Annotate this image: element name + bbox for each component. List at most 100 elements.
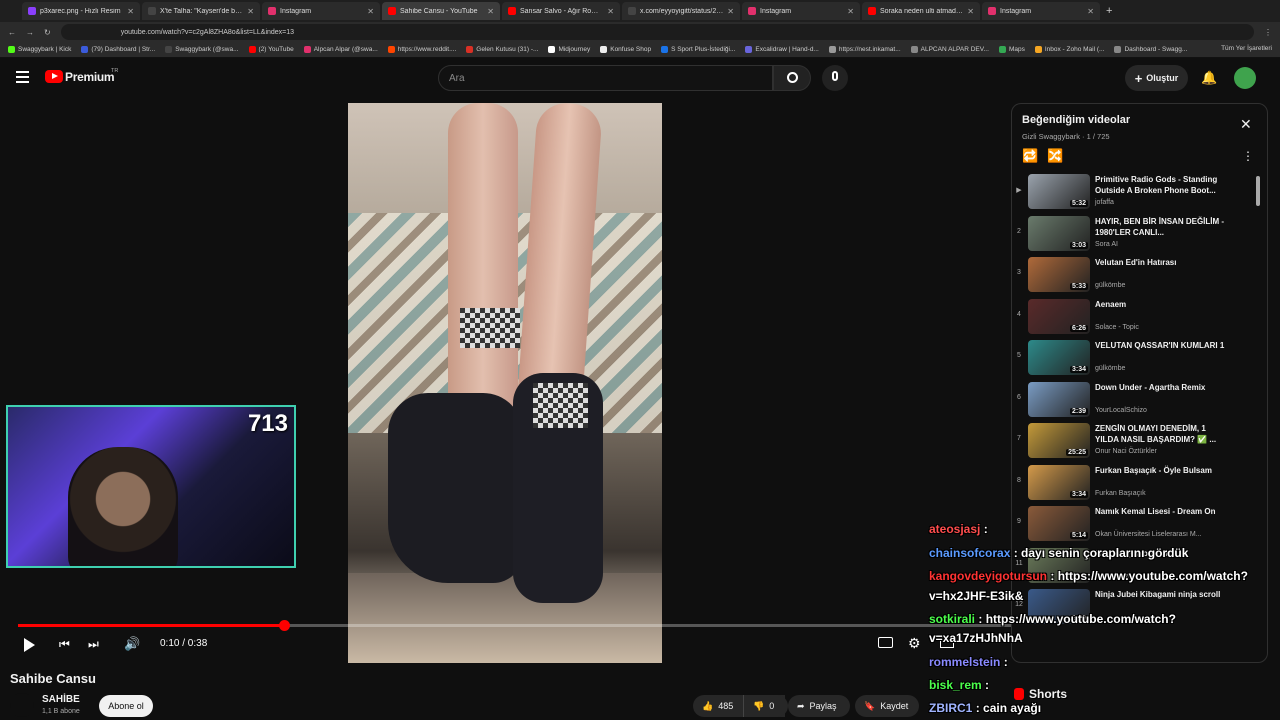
browser-tab[interactable]: Soraka neden ulti atmadın ? (✕ [862, 2, 980, 20]
url-field[interactable]: youtube.com/watch?v=c2gAl8ZHA8o&list=LL&… [60, 24, 1254, 40]
bookmark-item[interactable]: ALPCAN ALPAR DEV... [910, 46, 989, 53]
all-bookmarks-link[interactable]: Tüm Yer İşaretleri [1221, 45, 1272, 52]
subscribe-button[interactable]: Abone ol [99, 695, 153, 717]
playlist-item-thumbnail[interactable]: 2:39 [1028, 381, 1090, 417]
playlist-item[interactable]: 6 2:39 Down Under - Agartha Remix YourLocal… [1012, 380, 1257, 422]
tab-close-icon[interactable]: ✕ [607, 7, 614, 16]
browser-tab[interactable]: Instagram ✕ [262, 2, 380, 20]
playlist-item-channel[interactable]: Solace - Topic [1095, 324, 1139, 331]
browser-tab[interactable]: X'te Talha: "Kayseri'de bir belge ✕ [142, 2, 260, 20]
bookmark-item[interactable]: Gelen Kutusu (31) -... [466, 46, 538, 53]
menu-icon[interactable] [16, 71, 29, 83]
playlist-item-title[interactable]: Namık Kemal Lisesi - Dream On [1095, 506, 1225, 517]
playlist-item-channel[interactable]: Onur Naci Öztürkler [1095, 448, 1157, 455]
search-input[interactable]: Ara [438, 65, 773, 91]
playlist-item-thumbnail[interactable]: 3:03 [1028, 215, 1090, 251]
playlist-item[interactable]: 8 3:34 Furkan Başıaçık - Öyle Bulsam Furkan… [1012, 463, 1257, 505]
playlist-item[interactable]: 2 3:03 HAYIR, BEN BİR İNSAN DEĞİLİM - 1980… [1012, 214, 1257, 256]
playlist-item-title[interactable]: VELUTAN QASSAR'IN KUMLARI 1 [1095, 340, 1225, 351]
forward-icon[interactable]: → [26, 28, 34, 37]
browser-tab[interactable]: p3xarec.png - Hızlı Resim ✕ [22, 2, 140, 20]
tab-close-icon[interactable]: ✕ [727, 7, 734, 16]
browser-tab[interactable]: x.com/eyyoyigitt/status/20175 ✕ [622, 2, 740, 20]
tab-close-icon[interactable]: ✕ [967, 7, 974, 16]
browser-tab[interactable]: Sansar Salvo - Ağır Roman (Offi✕ [502, 2, 620, 20]
bookmark-item[interactable]: Konfuse Shop [600, 46, 651, 53]
bookmark-item[interactable]: https://www.reddit.... [387, 46, 456, 53]
tab-close-icon[interactable]: ✕ [127, 7, 134, 16]
playlist-item-title[interactable]: Furkan Başıaçık - Öyle Bulsam [1095, 465, 1225, 476]
tab-close-icon[interactable]: ✕ [847, 7, 854, 16]
playlist-item-title[interactable]: Down Under - Agartha Remix [1095, 382, 1225, 393]
channel-avatar[interactable] [10, 693, 34, 717]
bookmark-item[interactable]: Alpcan Alpar (@swa... [303, 46, 378, 53]
playlist-item-title[interactable]: HAYIR, BEN BİR İNSAN DEĞİLİM - 1980'LER … [1095, 216, 1225, 238]
shuffle-icon[interactable]: 🔀 [1047, 148, 1063, 164]
playlist-item[interactable]: 7 25:25 ZENGİN OLMAYI DENEDİM, 1 YILDA NAS… [1012, 421, 1257, 463]
browser-tab[interactable]: Instagram ✕ [742, 2, 860, 20]
previous-icon[interactable]: ⏮ [59, 637, 70, 652]
browser-tab[interactable]: Instagram ✕ [982, 2, 1100, 20]
subtitles-icon[interactable] [878, 637, 893, 648]
tab-close-icon[interactable]: ✕ [1087, 7, 1094, 16]
bookmark-item[interactable]: Midjourney [548, 46, 590, 53]
reload-icon[interactable]: ↻ [44, 28, 51, 37]
back-icon[interactable]: ← [8, 28, 16, 37]
bookmark-item[interactable]: Swaggybark (@swa... [165, 46, 239, 53]
progress-bar[interactable] [18, 620, 1028, 631]
playlist-item-thumbnail[interactable]: 6:26 [1028, 298, 1090, 334]
playlist-item-thumbnail[interactable]: 3:34 [1028, 340, 1090, 375]
close-icon[interactable]: ✕ [1240, 116, 1252, 133]
playlist-item-channel[interactable]: YourLocalSchizo [1095, 407, 1147, 414]
save-button[interactable]: 🔖 Kaydet [855, 695, 919, 717]
playlist-item-title[interactable]: Primitive Radio Gods - Standing Outside … [1095, 174, 1225, 196]
bookmark-item[interactable]: https://nest.inkamat... [828, 46, 901, 53]
logo-text[interactable]: Premium [65, 70, 115, 84]
bookmark-item[interactable]: Dashboard - Swagg... [1114, 46, 1187, 53]
voice-search-button[interactable] [822, 65, 848, 91]
playlist-item-title[interactable]: Aenaem [1095, 299, 1225, 310]
playlist-title[interactable]: Beğendiğim videolar [1022, 114, 1130, 126]
settings-gear-icon[interactable]: ⚙ [908, 635, 921, 652]
playlist-item-title[interactable]: Velutan Ed'in Hatırası [1095, 257, 1225, 268]
youtube-logo-icon[interactable] [45, 70, 63, 83]
bookmark-item[interactable]: S Sport Plus-İstediği... [661, 46, 735, 53]
notifications-bell-icon[interactable]: 🔔 [1201, 70, 1217, 86]
new-tab-icon[interactable]: + [1102, 5, 1116, 17]
bookmark-item[interactable]: (79) Dashboard | Str... [81, 46, 155, 53]
playlist-item-thumbnail[interactable]: 5:32 [1028, 174, 1090, 209]
channel-name[interactable]: SAHİBE [42, 694, 80, 705]
share-button[interactable]: ➦ Paylaş [788, 695, 850, 717]
tab-close-icon[interactable]: ✕ [367, 7, 374, 16]
bookmark-item[interactable]: Maps [998, 46, 1025, 53]
playlist-item[interactable]: ▶ 5:32 Primitive Radio Gods - Standing Out… [1012, 172, 1257, 214]
playlist-item[interactable]: 5 3:34 VELUTAN QASSAR'IN KUMLARI 1 gülkömbe [1012, 338, 1257, 380]
playlist-item[interactable]: 3 5:33 Velutan Ed'in Hatırası gülkömbe [1012, 255, 1257, 297]
avatar[interactable] [1234, 67, 1256, 89]
playlist-item-channel[interactable]: gülkömbe [1095, 282, 1125, 289]
search-button[interactable] [773, 65, 811, 91]
playlist-item-thumbnail[interactable]: 3:34 [1028, 464, 1090, 500]
playlist-item[interactable]: 4 6:26 Aenaem Solace - Topic [1012, 297, 1257, 339]
bookmark-item[interactable]: Swaggybark | Kick [8, 46, 71, 53]
volume-icon[interactable]: 🔊 [124, 636, 140, 652]
tab-close-icon[interactable]: ✕ [487, 7, 494, 16]
shorts-link[interactable]: Shorts [1014, 687, 1067, 701]
browser-tab[interactable]: Sahibe Cansu - YouTube ✕ [382, 2, 500, 20]
next-icon[interactable]: ⏭ [88, 637, 99, 652]
extensions-icon[interactable]: ⋮ [1264, 28, 1272, 37]
playlist-item-thumbnail[interactable]: 25:25 [1028, 423, 1090, 458]
video-player[interactable] [348, 103, 662, 663]
bookmark-item[interactable]: (2) YouTube [248, 46, 294, 53]
dislike-button[interactable]: 👎 0 [743, 695, 788, 717]
more-options-icon[interactable]: ⋮ [1242, 149, 1254, 163]
bookmark-item[interactable]: Inbox - Zoho Mail (... [1034, 46, 1104, 53]
create-button[interactable]: + Oluştur [1125, 65, 1188, 91]
playlist-item-channel[interactable]: Sora AI [1095, 241, 1118, 248]
progress-scrubber[interactable] [278, 620, 290, 631]
bookmark-item[interactable]: Excalidraw | Hand-d... [745, 46, 819, 53]
loop-icon[interactable]: 🔁 [1022, 148, 1038, 164]
play-icon[interactable] [24, 638, 35, 652]
playlist-item-channel[interactable]: gülkömbe [1095, 365, 1125, 372]
playlist-item-channel[interactable]: Furkan Başıaçık [1095, 490, 1146, 497]
